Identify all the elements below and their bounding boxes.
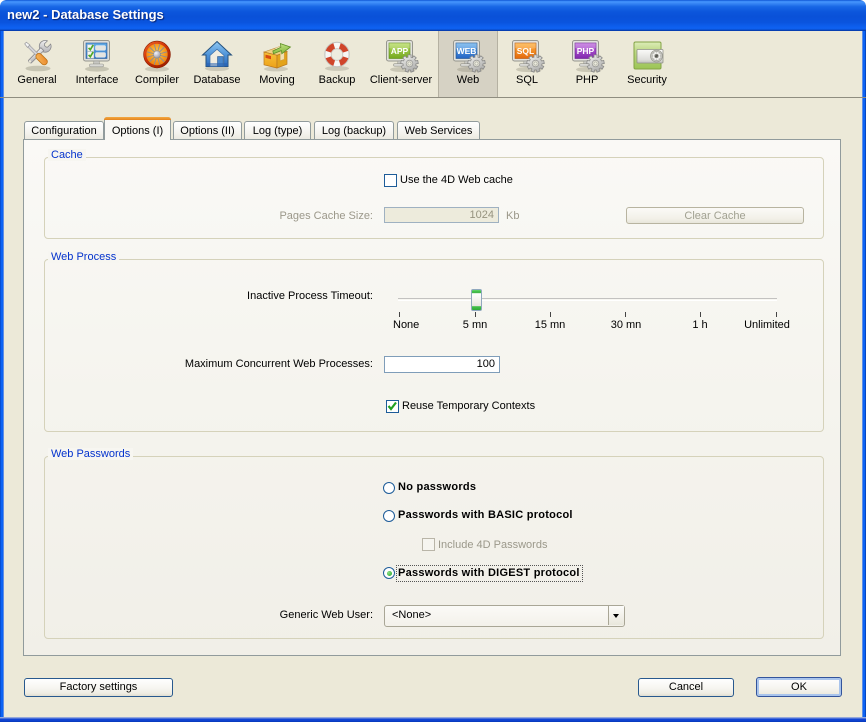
svg-text:WEB: WEB <box>457 46 477 56</box>
svg-text:PHP: PHP <box>577 46 595 56</box>
svg-text:SQL: SQL <box>517 46 534 56</box>
svg-text:APP: APP <box>391 46 409 56</box>
